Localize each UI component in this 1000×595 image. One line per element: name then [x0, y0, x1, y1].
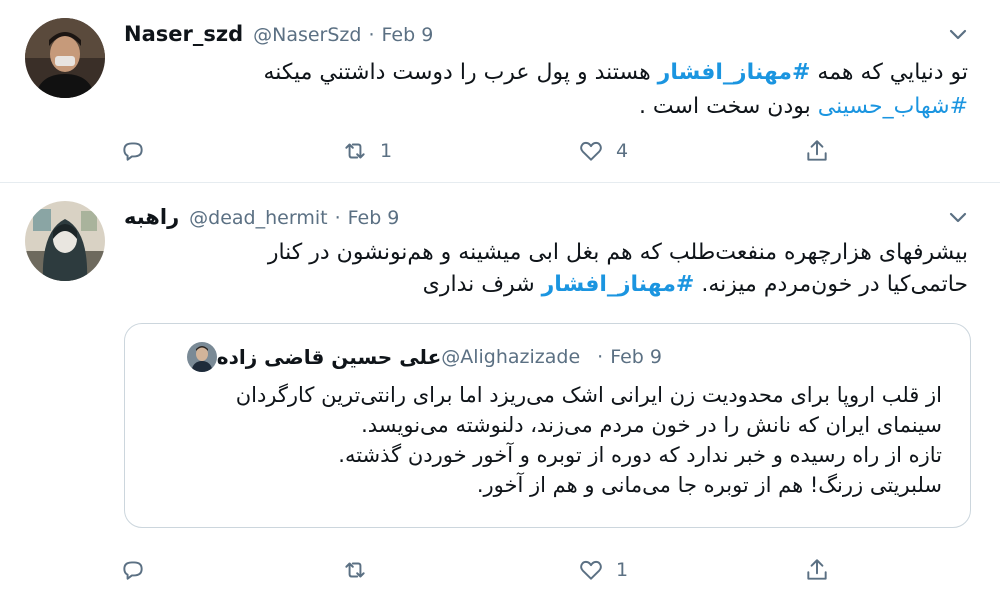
quoted-tweet[interactable]: @Alighazizade · Feb 9 علی حسین قاضی زاده…	[124, 323, 971, 528]
tweet-date[interactable]: Feb 9	[348, 207, 400, 229]
tweet-text: بیشرفهای هزارچهره منفعت‌طلب که هم بغل اب…	[250, 237, 968, 301]
quoted-text-line: سینمای ایران که نانش را در خون مردم می‌ز…	[361, 413, 942, 437]
reply-icon	[123, 561, 143, 580]
share-button[interactable]	[804, 134, 830, 168]
reply-icon	[123, 142, 143, 161]
avatar[interactable]	[25, 18, 105, 98]
tweet-text-line: #شهاب_حسینی بودن سخت است .	[120, 90, 968, 124]
author-handle[interactable]: @NaserSzd	[253, 24, 361, 46]
tweet[interactable]: Naser_szd @NaserSzd · Feb 9 تو دنيايي که…	[0, 0, 1000, 183]
hashtag-link[interactable]: #مهناز_افشار	[542, 272, 695, 297]
share-icon	[807, 559, 827, 580]
share-icon	[807, 140, 827, 161]
retweet-button[interactable]: 1	[342, 134, 392, 168]
tweet-text: تو دنيايي که همه #مهناز_افشار هستند و پو…	[120, 56, 968, 124]
quoted-text-line: تازه از راه رسیده و خبر ندارد که دوره از…	[338, 443, 942, 467]
quoted-avatar[interactable]	[186, 342, 217, 372]
tweet-date[interactable]: Feb 9	[382, 24, 434, 46]
hashtag-link[interactable]: #مهناز_افشار	[658, 60, 811, 85]
quoted-author-handle[interactable]: @Alighazizade	[441, 346, 580, 368]
text-segment: بودن سخت است .	[638, 94, 818, 119]
tweet-text-line: تو دنيايي که همه #مهناز_افشار هستند و پو…	[120, 56, 968, 90]
chevron-down-icon[interactable]	[946, 205, 970, 229]
reply-button[interactable]	[120, 553, 146, 587]
reply-button[interactable]	[120, 134, 146, 168]
retweet-icon	[345, 143, 365, 159]
avatar[interactable]	[25, 201, 105, 281]
separator-dot: ·	[597, 346, 604, 368]
hashtag-link[interactable]: #شهاب_حسینی	[818, 94, 968, 119]
like-button[interactable]: 1	[578, 553, 628, 587]
like-count: 4	[616, 140, 629, 162]
share-button[interactable]	[804, 553, 830, 587]
text-segment: هستند و پول عرب را دوست داشتني ميکنه	[263, 60, 658, 85]
quoted-tweet-text: از قلب اروپا برای محدودیت زن ایرانی اشک …	[142, 380, 942, 500]
chevron-down-icon[interactable]	[946, 22, 970, 46]
like-icon	[580, 141, 602, 161]
tweet-actions: 1	[120, 553, 840, 587]
quoted-tweet-date[interactable]: Feb 9	[610, 346, 662, 368]
like-icon	[580, 560, 602, 580]
text-segment: تو دنيايي که همه	[810, 60, 968, 85]
retweet-button[interactable]	[342, 553, 380, 587]
separator-dot: ·	[334, 207, 341, 229]
author-handle[interactable]: @dead_hermit	[189, 207, 327, 229]
tweet[interactable]: راهبه @dead_hermit · Feb 9 بیشرفهای هزار…	[0, 183, 1000, 595]
retweet-icon	[345, 562, 365, 578]
like-button[interactable]: 4	[578, 134, 628, 168]
separator-dot: ·	[368, 24, 375, 46]
tweet-actions: 1 4	[120, 134, 840, 168]
author-name[interactable]: Naser_szd	[124, 22, 243, 46]
like-count: 1	[616, 559, 629, 581]
text-segment: شرف نداری	[422, 272, 542, 297]
author-name[interactable]: راهبه	[124, 205, 179, 229]
quoted-author-name[interactable]: علی حسین قاضی زاده	[217, 345, 441, 369]
quoted-text-line: از قلب اروپا برای محدودیت زن ایرانی اشک …	[235, 383, 942, 407]
retweet-count: 1	[380, 140, 393, 162]
quoted-text-line: سلبریتی زرنگ! هم از توبره جا می‌مانی و ه…	[476, 473, 942, 497]
